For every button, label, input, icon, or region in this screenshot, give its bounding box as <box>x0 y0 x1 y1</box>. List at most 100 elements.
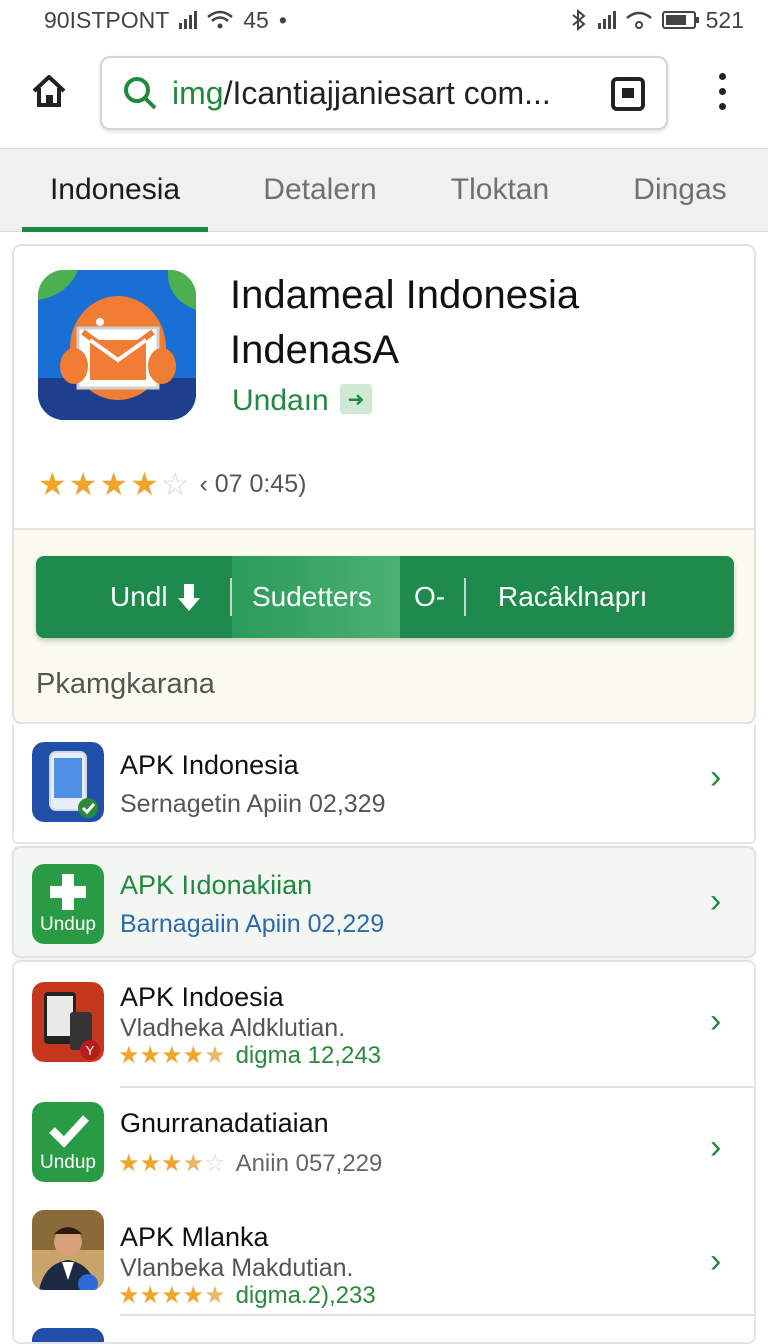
list-item-title: APK Iıdonakiian <box>120 870 313 900</box>
download-button[interactable]: Undl <box>110 556 204 638</box>
separator <box>230 578 232 616</box>
report-button[interactable]: Racâklnaprı <box>498 556 647 638</box>
battery-text: 521 <box>705 6 744 33</box>
star-icon: ★ <box>118 1150 140 1177</box>
arrow-right-icon[interactable]: ➜ <box>340 384 372 414</box>
url-prefix: img <box>172 74 224 111</box>
tab-indonesia[interactable]: Indonesia <box>22 149 208 231</box>
list-item[interactable]: APK Indonesia Sernagetin Apiin 02,329 › <box>12 724 756 844</box>
app-title-line1: Indameal Indonesia <box>230 273 580 317</box>
list-item-subtitle: Vlanbeka Makdutian. <box>120 1254 354 1282</box>
star-icon: ★ <box>161 1042 183 1069</box>
list-item-title: APK Indonesia <box>120 750 299 780</box>
list-item-title: APK Indoesia <box>120 982 284 1012</box>
tab-detalern[interactable]: Detalern <box>232 149 408 231</box>
status-dot: • <box>278 6 287 33</box>
clock-text: 45 <box>243 6 269 33</box>
wifi-icon <box>207 10 234 29</box>
url-rest: /Icantiajjaniesart com... <box>223 74 551 111</box>
developer-link[interactable]: Undaın <box>232 384 329 418</box>
star-icon: ★ <box>139 1042 162 1069</box>
list-item-title: Gnurranadatiaian <box>120 1108 329 1138</box>
hand-download-icon <box>177 584 200 611</box>
star-icon: ★ <box>68 466 98 502</box>
star-empty-icon: ☆ <box>160 466 190 502</box>
url-bar[interactable]: img/Icantiajjaniesart com... <box>100 56 668 130</box>
browser-toolbar: img/Icantiajjaniesart com... <box>0 46 768 142</box>
card-actions-area: Undl Sudetters O- Racâklnaprı Pkamgkaran… <box>14 530 754 722</box>
tab-switcher-icon[interactable] <box>610 76 646 112</box>
divider <box>120 1314 754 1316</box>
plus-download-icon: Undup <box>32 864 104 944</box>
svg-text:Y: Y <box>86 1043 95 1058</box>
chevron-right-icon: › <box>710 758 722 796</box>
url-text: img/Icantiajjaniesart com... <box>172 75 551 112</box>
status-bar: 90ISTPONT 45 • 521 <box>0 0 768 40</box>
list-item-subtitle: Sernagetin Apiin 02,329 <box>120 790 386 818</box>
star-icon: ★ <box>139 1150 162 1177</box>
carrier-text: 90ISTPONT <box>44 6 170 33</box>
app-list: Y APK Indoesia Vladheka Aldklutian. ★ ★ ★ ★… <box>12 960 756 1344</box>
signal-icon <box>179 11 198 29</box>
chevron-right-icon: › <box>710 1128 722 1166</box>
star-icon: ★ <box>161 1282 183 1309</box>
star-icon: ★ <box>118 1042 140 1069</box>
svg-text:Undup: Undup <box>40 914 96 935</box>
check-app-icon: Undup <box>32 1102 104 1182</box>
overflow-menu-button[interactable] <box>710 68 734 114</box>
rating-row: ★ ★ ★ ★ ☆ ‹ 07 0:45) <box>38 468 306 500</box>
star-icon: ★ <box>130 466 159 502</box>
star-icon: ★ <box>182 1042 205 1069</box>
list-item[interactable]: APK Mlanka Vlanbeka Makdutian. ★ ★ ★ ★ ★ dig… <box>14 1208 754 1318</box>
rating-text: ‹ 07 0:45) <box>199 469 307 498</box>
star-half-icon: ★ <box>204 1042 226 1069</box>
app-title-line2: IndenasA <box>230 328 400 372</box>
list-item-meta: Aniin 057,229 <box>235 1150 383 1177</box>
app-title: Indameal Indonesia IndenasA <box>230 268 730 378</box>
search-icon <box>124 77 157 110</box>
list-item-highlighted[interactable]: Undup APK Iıdonakiian Barnagaiin Apiin 0… <box>12 846 756 958</box>
star-icon: ★ <box>38 466 67 502</box>
list-item-title: APK Mlanka <box>120 1222 269 1252</box>
separator <box>464 578 466 616</box>
person-photo-icon <box>32 1210 104 1290</box>
rating-stars: ★ ★ ★ ★ ★ digma 12,243 <box>118 1042 381 1070</box>
app-icon-partial <box>32 1328 104 1342</box>
list-item-partial[interactable] <box>14 1318 754 1342</box>
section-label: Pkamgkarana <box>36 668 215 700</box>
chevron-right-icon: › <box>710 1242 722 1280</box>
star-empty-icon: ☆ <box>204 1150 226 1177</box>
svg-text:Undup: Undup <box>40 1152 96 1173</box>
tab-bar: Indonesia Detalern Tloktan Dingas <box>0 148 768 232</box>
star-half-icon: ★ <box>182 1150 205 1177</box>
battery-icon <box>661 11 699 29</box>
list-item-subtitle: Barnagaiin Apiin 02,229 <box>120 910 385 938</box>
star-icon: ★ <box>161 1150 183 1177</box>
wifi-lock-icon <box>625 11 652 29</box>
rating-stars: ★ ★ ★ ★ ★ digma.2),233 <box>118 1282 376 1310</box>
download-label: Undl <box>110 581 168 612</box>
app-icon[interactable] <box>38 270 196 420</box>
home-icon <box>32 75 66 107</box>
more-button[interactable]: O- <box>414 556 445 638</box>
phone-app-icon <box>32 742 104 822</box>
app-card: Indameal Indonesia IndenasA Undaın ➜ ★ ★… <box>12 244 756 724</box>
list-item[interactable]: Undup Gnurranadatiaian ★ ★ ★ ★ ☆ Aniin 057,2… <box>14 1088 754 1208</box>
star-icon: ★ <box>118 1282 140 1309</box>
list-item-meta: digma 12,243 <box>235 1042 382 1069</box>
signal-icon-2 <box>597 11 616 29</box>
bluetooth-icon <box>571 9 586 31</box>
action-bar: Undl Sudetters O- Racâklnaprı <box>36 556 734 638</box>
star-half-icon: ★ <box>204 1282 226 1309</box>
home-button[interactable] <box>26 68 72 114</box>
star-icon: ★ <box>139 1282 162 1309</box>
details-button[interactable]: Sudetters <box>252 556 372 638</box>
star-icon: ★ <box>182 1282 205 1309</box>
list-item-meta: digma.2),233 <box>235 1282 376 1309</box>
tab-dingas[interactable]: Dingas <box>600 149 760 231</box>
tab-tloktan[interactable]: Tloktan <box>420 149 580 231</box>
chevron-right-icon: › <box>710 1002 722 1040</box>
active-tab-indicator <box>22 227 208 232</box>
list-item-subtitle: Vladheka Aldklutian. <box>120 1014 346 1042</box>
list-item[interactable]: Y APK Indoesia Vladheka Aldklutian. ★ ★ ★ ★… <box>14 962 754 1086</box>
